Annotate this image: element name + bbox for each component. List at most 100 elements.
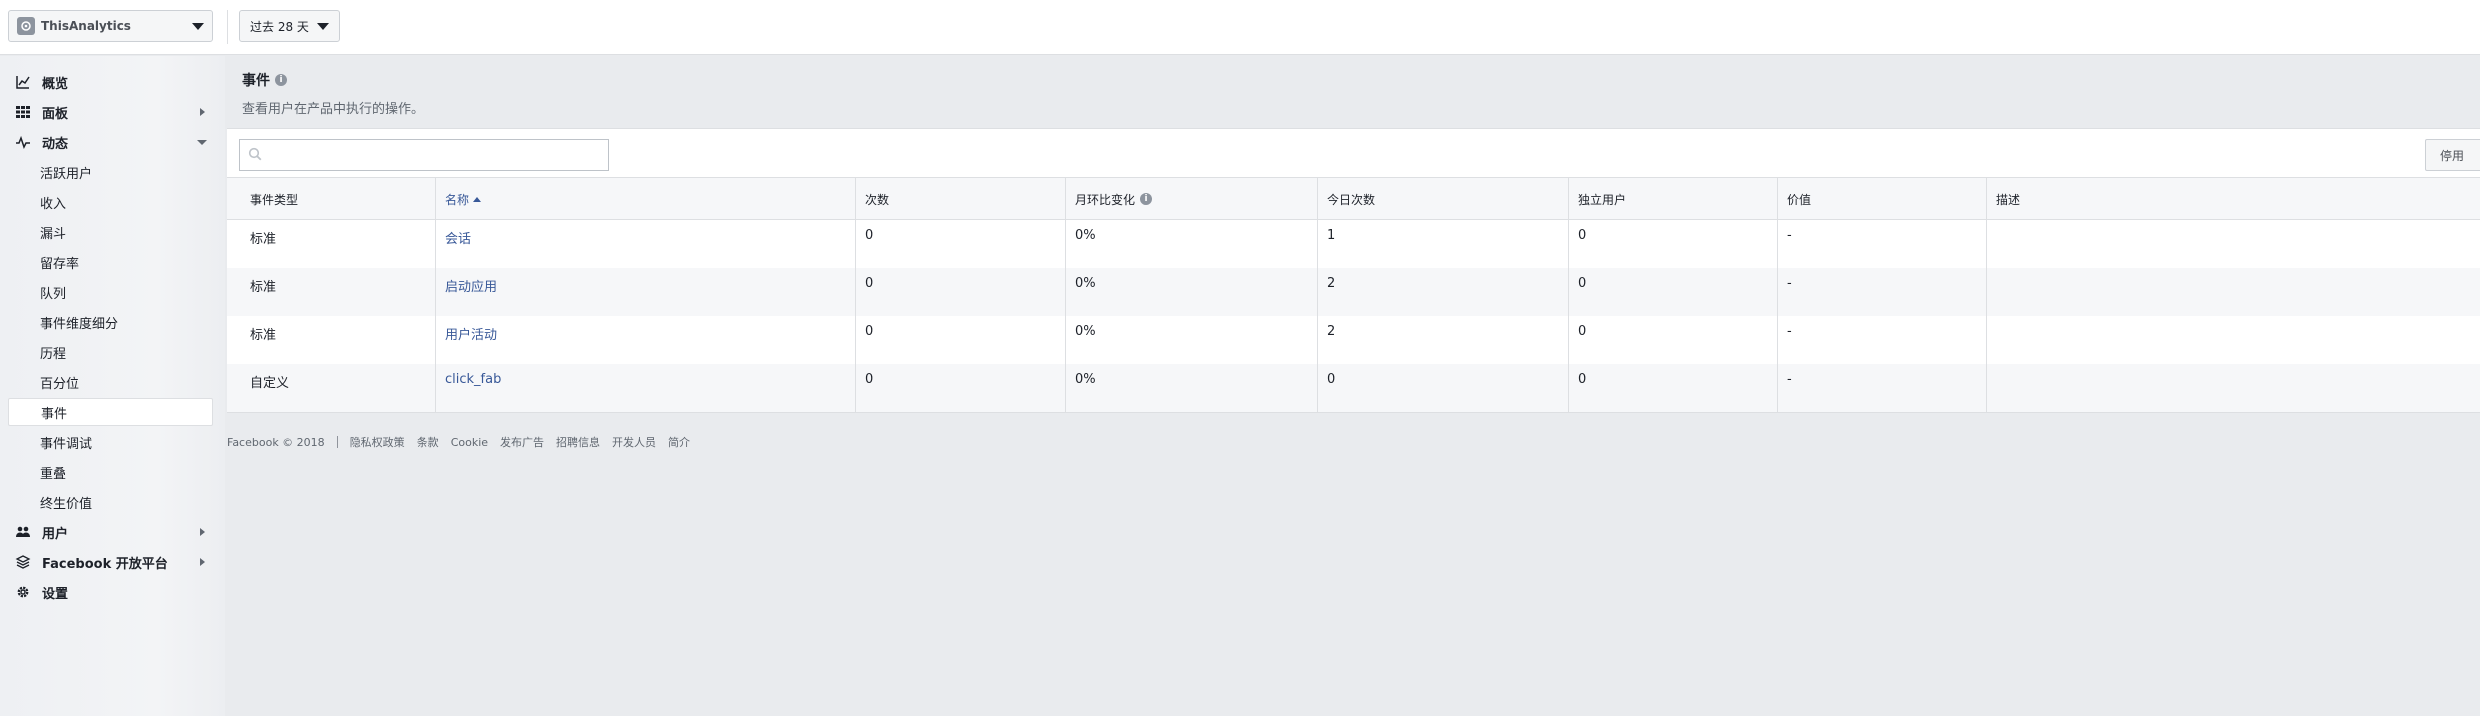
sidebar-item-label: 事件调试 [40, 436, 93, 452]
sidebar-item-label: 留存率 [40, 256, 80, 272]
table-row[interactable]: 自定义 click_fab 0 0% 0 0 - [227, 364, 2480, 412]
event-name-link[interactable]: 启动应用 [436, 268, 856, 316]
cell-unique-users: 0 [1569, 220, 1778, 268]
sidebar-item-events[interactable]: 事件 [8, 398, 213, 426]
column-header-today-count[interactable]: 今日次数 [1318, 178, 1569, 220]
chevron-down-icon [192, 22, 204, 30]
column-header-unique-users[interactable]: 独立用户 [1569, 178, 1778, 220]
column-header-label: 月环比变化 [1075, 192, 1136, 207]
sidebar-item-label: 用户 [42, 526, 69, 542]
sidebar-item-label: 重叠 [40, 466, 67, 482]
footer-link-privacy[interactable]: 隐私权政策 [350, 434, 405, 450]
sidebar-item-percentiles[interactable]: 百分位 [8, 368, 213, 396]
sidebar-item-label: 事件 [41, 406, 68, 422]
sidebar-item-settings[interactable]: 设置 [8, 578, 213, 606]
cell-mom-change: 0% [1066, 316, 1318, 364]
sidebar-item-activity[interactable]: 动态 [8, 128, 213, 156]
chevron-down-icon [197, 139, 207, 145]
app-name: ThisAnalytics [41, 19, 131, 33]
sidebar-item-label: Facebook 开放平台 [42, 556, 168, 572]
sidebar-item-facebook-platform[interactable]: Facebook 开放平台 [8, 548, 213, 576]
cell-value: - [1778, 268, 1987, 316]
column-header-event-type[interactable]: 事件类型 [227, 178, 436, 220]
cell-value: - [1778, 316, 1987, 364]
date-range-selector[interactable]: 过去 28 天 [239, 10, 340, 42]
divider [336, 436, 338, 448]
sort-ascending-icon [473, 196, 482, 202]
cell-description [1987, 268, 2480, 316]
sidebar-item-label: 漏斗 [40, 226, 67, 242]
cell-event-type: 标准 [227, 268, 436, 316]
sidebar-item-label: 设置 [42, 586, 69, 602]
column-header-description[interactable]: 描述 [1987, 178, 2480, 220]
sidebar-item-label: 活跃用户 [40, 166, 93, 182]
sidebar-item-breakdowns[interactable]: 事件维度细分 [8, 308, 213, 336]
pulse-icon [14, 133, 32, 151]
cell-description [1987, 220, 2480, 268]
date-range-label: 过去 28 天 [250, 19, 309, 34]
disable-button[interactable]: 停用 [2425, 139, 2480, 171]
footer-link-developers[interactable]: 开发人员 [612, 434, 656, 450]
table-row[interactable]: 标准 启动应用 0 0% 2 0 - [227, 268, 2480, 316]
cell-event-type: 标准 [227, 220, 436, 268]
column-header-value[interactable]: 价值 [1778, 178, 1987, 220]
table-row[interactable]: 标准 用户活动 0 0% 2 0 - [227, 316, 2480, 364]
footer-link-careers[interactable]: 招聘信息 [556, 434, 600, 450]
sidebar-item-retention[interactable]: 留存率 [8, 248, 213, 276]
sidebar-item-label: 动态 [42, 136, 69, 152]
copyright: Facebook © 2018 [227, 435, 325, 449]
sidebar-item-users[interactable]: 用户 [8, 518, 213, 546]
page-title-text: 事件 [242, 73, 270, 89]
sidebar-item-dashboards[interactable]: 面板 [8, 98, 213, 126]
app-selector[interactable]: ThisAnalytics [8, 10, 213, 42]
gear-icon [14, 583, 32, 601]
event-name-link[interactable]: 用户活动 [436, 316, 856, 364]
event-name-link[interactable]: click_fab [436, 364, 856, 412]
table-toolbar: 停用 [227, 128, 2480, 178]
info-icon[interactable]: i [275, 74, 287, 86]
sidebar-item-overlap[interactable]: 重叠 [8, 458, 213, 486]
people-icon [14, 523, 32, 541]
footer-link-terms[interactable]: 条款 [417, 434, 439, 450]
sidebar-item-lifetime-value[interactable]: 终生价值 [8, 488, 213, 516]
footer-link-cookies[interactable]: Cookie [451, 436, 488, 449]
column-header-name[interactable]: 名称 [436, 178, 856, 220]
chevron-right-icon [200, 108, 205, 116]
table-row[interactable]: 标准 会话 0 0% 1 0 - [227, 220, 2480, 268]
cell-description [1987, 364, 2480, 412]
info-icon[interactable]: i [1140, 193, 1153, 205]
chart-line-icon [14, 73, 32, 91]
cell-count: 0 [856, 220, 1066, 268]
page-header: 事件 i 查看用户在产品中执行的操作。 [242, 70, 424, 117]
cell-mom-change: 0% [1066, 268, 1318, 316]
sidebar-item-event-debugging[interactable]: 事件调试 [8, 428, 213, 456]
search-icon [248, 146, 262, 165]
top-bar: ThisAnalytics 过去 28 天 [0, 0, 2480, 55]
cell-description [1987, 316, 2480, 364]
sidebar-item-overview[interactable]: 概览 [8, 68, 213, 96]
layers-icon [14, 553, 32, 571]
sidebar-item-label: 百分位 [40, 376, 80, 392]
column-header-count[interactable]: 次数 [856, 178, 1066, 220]
footer-link-about[interactable]: 简介 [668, 434, 690, 450]
column-header-label: 名称 [445, 192, 470, 207]
column-header-mom-change[interactable]: 月环比变化 i [1066, 178, 1318, 220]
sidebar-item-label: 收入 [40, 196, 67, 212]
search-input[interactable] [268, 147, 608, 163]
cell-mom-change: 0% [1066, 364, 1318, 412]
chevron-right-icon [200, 558, 205, 566]
event-name-link[interactable]: 会话 [436, 220, 856, 268]
sidebar-item-funnels[interactable]: 漏斗 [8, 218, 213, 246]
search-box[interactable] [239, 139, 609, 171]
cell-today-count: 2 [1318, 316, 1569, 364]
main-content: 事件 i 查看用户在产品中执行的操作。 停用 事件类型 名称 次数 月环比变化 … [227, 56, 2480, 716]
sidebar-item-cohorts[interactable]: 队列 [8, 278, 213, 306]
app-icon [17, 17, 35, 35]
sidebar-item-active-users[interactable]: 活跃用户 [8, 158, 213, 186]
sidebar-item-journeys[interactable]: 历程 [8, 338, 213, 366]
chevron-right-icon [200, 528, 205, 536]
cell-unique-users: 0 [1569, 364, 1778, 412]
sidebar-item-revenue[interactable]: 收入 [8, 188, 213, 216]
sidebar-item-label: 事件维度细分 [40, 316, 119, 332]
footer-link-advertise[interactable]: 发布广告 [500, 434, 544, 450]
